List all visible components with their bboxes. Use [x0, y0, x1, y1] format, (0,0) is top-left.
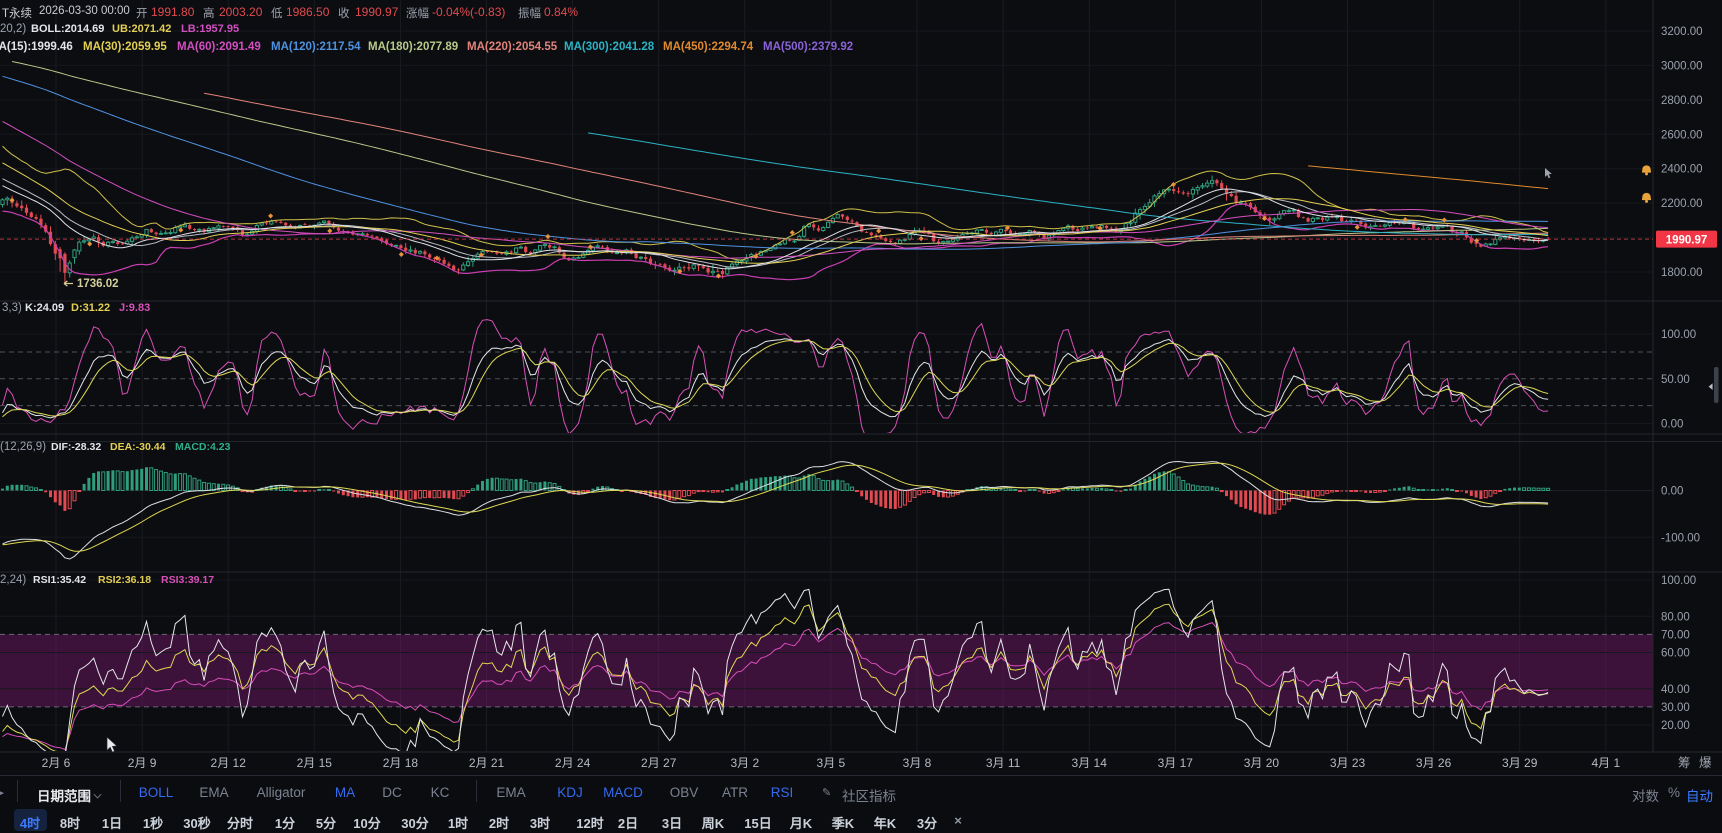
svg-text:3200.00: 3200.00 [1661, 26, 1703, 38]
svg-text:70.00: 70.00 [1661, 629, 1690, 641]
svg-text:2月 18: 2月 18 [383, 756, 419, 770]
svg-text:2800.00: 2800.00 [1661, 95, 1703, 107]
svg-text:3月 2: 3月 2 [730, 756, 759, 770]
svg-text:3月 14: 3月 14 [1072, 756, 1108, 770]
svg-text:1736.02: 1736.02 [77, 278, 119, 290]
svg-text:1800.00: 1800.00 [1661, 267, 1703, 279]
svg-text:0.00: 0.00 [1661, 486, 1683, 498]
svg-text:100.00: 100.00 [1661, 575, 1696, 587]
svg-text:3月 5: 3月 5 [817, 756, 846, 770]
svg-text:3月 23: 3月 23 [1330, 756, 1366, 770]
svg-text:100.00: 100.00 [1661, 329, 1696, 341]
svg-text:2月 6: 2月 6 [42, 756, 71, 770]
svg-text:3月 17: 3月 17 [1158, 756, 1194, 770]
svg-text:1990.97: 1990.97 [1666, 234, 1708, 246]
svg-text:0.00: 0.00 [1661, 418, 1683, 430]
svg-text:60.00: 60.00 [1661, 648, 1690, 660]
svg-text:3月 26: 3月 26 [1416, 756, 1452, 770]
svg-text:2月 27: 2月 27 [641, 756, 677, 770]
svg-text:2月 24: 2月 24 [555, 756, 591, 770]
svg-text:4月 1: 4月 1 [1591, 756, 1620, 770]
svg-text:2月 9: 2月 9 [128, 756, 157, 770]
svg-text:50.00: 50.00 [1661, 374, 1690, 386]
svg-text:40.00: 40.00 [1661, 684, 1690, 696]
svg-text:80.00: 80.00 [1661, 611, 1690, 623]
svg-text:20.00: 20.00 [1661, 720, 1690, 732]
svg-text:爆: 爆 [1699, 756, 1712, 770]
svg-text:30.00: 30.00 [1661, 702, 1690, 714]
svg-text:3月 29: 3月 29 [1502, 756, 1538, 770]
svg-text:3月 20: 3月 20 [1244, 756, 1280, 770]
svg-text:2月 12: 2月 12 [211, 756, 247, 770]
svg-text:2600.00: 2600.00 [1661, 129, 1703, 141]
svg-text:3月 11: 3月 11 [986, 756, 1021, 770]
svg-text:2200.00: 2200.00 [1661, 198, 1703, 210]
svg-text:3月 8: 3月 8 [903, 756, 932, 770]
svg-text:筹: 筹 [1678, 755, 1691, 770]
svg-text:3000.00: 3000.00 [1661, 60, 1703, 72]
svg-text:-100.00: -100.00 [1661, 532, 1700, 544]
svg-text:2月 21: 2月 21 [469, 756, 505, 770]
svg-text:2月 15: 2月 15 [297, 756, 333, 770]
svg-text:2400.00: 2400.00 [1661, 164, 1703, 176]
